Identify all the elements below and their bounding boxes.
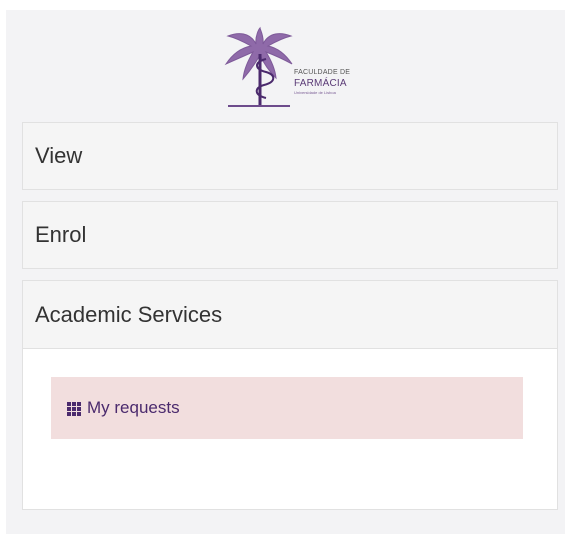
grid-icon [67,402,81,416]
menu-academic-services-panel: Academic Services My requests [22,280,558,510]
menu-academic-services-label: Academic Services [35,301,223,327]
faculty-logo: Faculdade de FARMÁCIA Universidade de Li… [220,24,380,116]
menu-enrol-label: Enrol [35,222,87,247]
menu-enrol[interactable]: Enrol [22,201,558,269]
logo-line-1: Faculdade de [294,69,351,76]
logo-line-3: Universidade de Lisboa [294,90,336,95]
menu-academic-services[interactable]: Academic Services [23,281,557,349]
menu-view[interactable]: View [22,122,558,190]
my-requests-label: My requests [87,398,180,417]
logo-line-2: FARMÁCIA [294,78,347,89]
menu-view-label: View [35,143,83,168]
my-requests-item[interactable]: My requests [51,377,523,439]
page-panel: Faculdade de FARMÁCIA Universidade de Li… [6,10,565,534]
